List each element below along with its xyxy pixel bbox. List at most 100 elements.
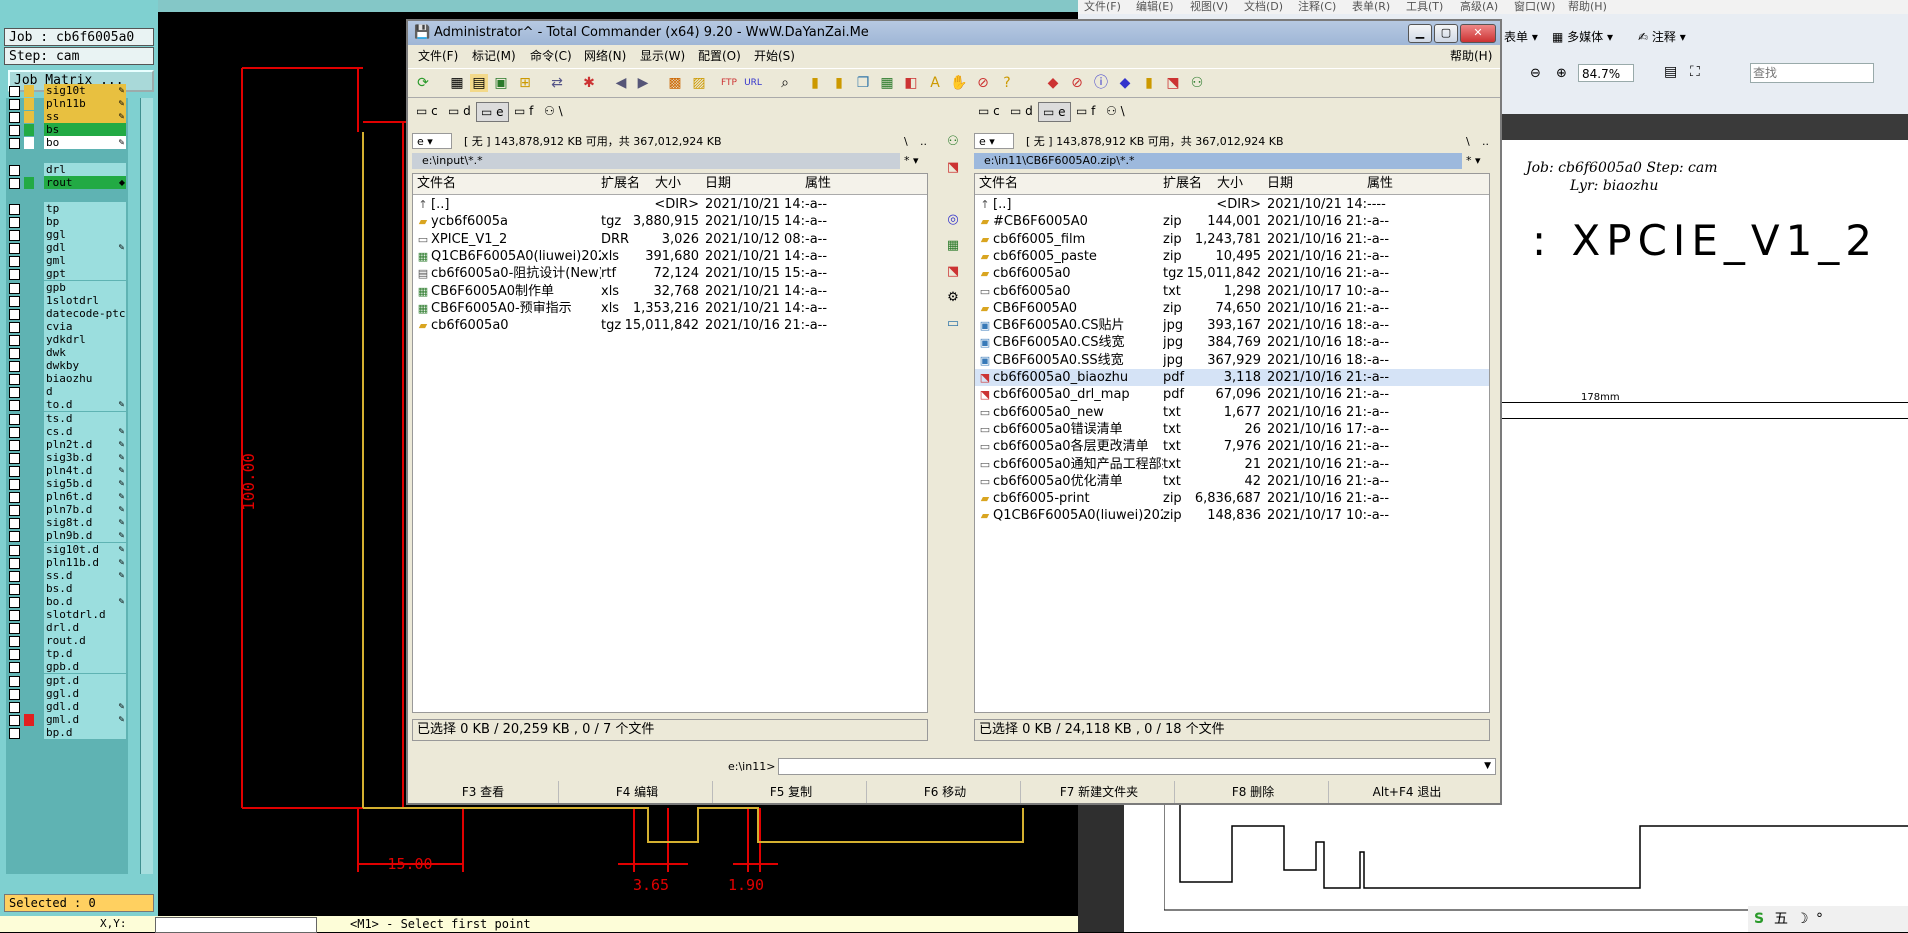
layer-name[interactable]: gdl bbox=[44, 241, 126, 255]
layer-checkbox[interactable] bbox=[9, 308, 20, 320]
left-col-attr[interactable]: 属性 bbox=[805, 174, 831, 194]
pdf-menu-document[interactable]: 文档(D) bbox=[1244, 0, 1283, 14]
tc-menu-config[interactable]: 配置(O) bbox=[698, 46, 741, 66]
layer-row[interactable]: bs.d bbox=[6, 581, 128, 596]
layer-checkbox[interactable] bbox=[9, 688, 20, 700]
left-drive-select[interactable]: e ▾ bbox=[412, 133, 452, 149]
layer-checkbox[interactable] bbox=[9, 426, 20, 438]
right-filter-button[interactable]: * ▾ bbox=[1466, 153, 1481, 169]
layer-checkbox[interactable] bbox=[9, 295, 20, 307]
select-icon[interactable]: ✱ bbox=[580, 74, 598, 92]
layer-name[interactable]: gml.d bbox=[44, 712, 126, 726]
layer-color-swatch[interactable] bbox=[24, 111, 34, 124]
file-row[interactable]: ▰cb6f6005a0tgz15,011,8422021/10/16 21:32… bbox=[413, 317, 927, 334]
layer-checkbox[interactable] bbox=[9, 361, 20, 373]
layer-row[interactable]: drl bbox=[6, 162, 128, 177]
layer-row[interactable]: ggl.d bbox=[6, 686, 128, 701]
layer-row[interactable]: datecode-ptc bbox=[6, 306, 128, 321]
layer-row[interactable]: tp bbox=[6, 201, 128, 216]
layer-name[interactable]: bp bbox=[44, 215, 126, 228]
layer-row[interactable]: pln7b.d ✎ bbox=[6, 503, 128, 517]
file-row[interactable]: ▭cb6f6005a0错误清单txt262021/10/16 17:28-a-- bbox=[975, 421, 1489, 438]
pdf-menu-window[interactable]: 窗口(W) bbox=[1514, 0, 1555, 14]
f5-copy-button[interactable]: F5 复制 bbox=[716, 781, 867, 803]
layer-checkbox[interactable] bbox=[9, 492, 20, 504]
refresh-icon[interactable]: ⟳ bbox=[414, 74, 432, 92]
folder-2-icon[interactable]: ▮ bbox=[830, 74, 848, 92]
layer-name[interactable]: bo bbox=[44, 136, 126, 150]
layer-name[interactable]: datecode-ptc bbox=[44, 306, 126, 320]
layer-row[interactable]: gpb bbox=[6, 280, 128, 295]
url-icon[interactable]: URL bbox=[744, 74, 762, 92]
layer-name[interactable]: pln4t.d bbox=[44, 463, 126, 477]
pdf-menu-forms[interactable]: 表单(R) bbox=[1352, 0, 1390, 14]
layer-name[interactable]: dwk bbox=[44, 346, 126, 359]
layer-row[interactable]: 1slotdrl bbox=[6, 293, 128, 308]
fit-width-icon[interactable]: ⛶ bbox=[1690, 64, 1700, 80]
f4-edit-button[interactable]: F4 编辑 bbox=[562, 781, 713, 803]
layer-checkbox[interactable] bbox=[9, 675, 20, 687]
file-row[interactable]: ⬔ cb6f6005a0_biaozhu pdf 3,118 2021/10/16 21… bbox=[975, 369, 1489, 386]
file-row[interactable]: ▰ycb6f6005atgz3,880,9152021/10/15 14:00-… bbox=[413, 213, 927, 230]
f3-view-button[interactable]: F3 查看 bbox=[408, 781, 559, 803]
layer-row[interactable]: pln2t.d ✎ bbox=[6, 437, 128, 452]
text-icon[interactable]: A bbox=[926, 74, 944, 92]
layer-name[interactable]: pln2t.d bbox=[44, 437, 126, 451]
command-history-chevron-icon[interactable]: ▼ bbox=[1484, 759, 1491, 774]
right-file-list[interactable]: 文件名 扩展名 大小 日期 属性 ↑ [..] <DIR> 2021/10/21 14… bbox=[974, 173, 1490, 713]
tc-menu-mark[interactable]: 标记(M) bbox=[472, 46, 516, 66]
layer-name[interactable]: gpb bbox=[44, 280, 126, 294]
layer-row[interactable]: pln11b ✎ bbox=[6, 97, 128, 111]
layer-color-swatch[interactable] bbox=[24, 176, 34, 189]
layer-row[interactable]: tp.d bbox=[6, 647, 128, 661]
layer-checkbox[interactable] bbox=[9, 269, 20, 281]
layer-checkbox[interactable] bbox=[9, 138, 20, 150]
layer-name[interactable]: cvia bbox=[44, 319, 126, 333]
layer-checkbox[interactable] bbox=[9, 112, 20, 124]
layer-checkbox[interactable] bbox=[9, 623, 20, 635]
layer-checkbox[interactable] bbox=[9, 321, 20, 333]
file-row[interactable]: ▰CB6F6005A0zip74,6502021/10/16 21:33-a-- bbox=[975, 300, 1489, 317]
pack-icon[interactable]: ▩ bbox=[666, 74, 684, 92]
right-root-button[interactable]: \ bbox=[1466, 133, 1470, 151]
layer-checkbox[interactable] bbox=[9, 387, 20, 399]
layer-row[interactable]: pln11b.d ✎ bbox=[6, 555, 128, 570]
tc-menu-file[interactable]: 文件(F) bbox=[418, 46, 458, 66]
layer-checkbox[interactable] bbox=[9, 400, 20, 412]
layer-row[interactable]: rout ◆ bbox=[6, 175, 128, 190]
right-drive-network[interactable]: ⚇ \ bbox=[1102, 102, 1129, 120]
layer-name[interactable]: gpt bbox=[44, 267, 126, 281]
layer-checkbox[interactable] bbox=[9, 439, 20, 451]
brief-view-icon[interactable]: ▦ bbox=[448, 74, 466, 92]
hand-icon[interactable]: ✋ bbox=[950, 74, 968, 92]
layer-name[interactable]: ts.d bbox=[44, 411, 126, 425]
layer-name[interactable]: rout bbox=[44, 175, 126, 189]
left-drive-e[interactable]: ▭ e bbox=[476, 102, 509, 122]
layer-row[interactable]: ydkdrl bbox=[6, 332, 128, 347]
file-row[interactable]: ▭cb6f6005a0txt1,2982021/10/17 10:10-a-- bbox=[975, 283, 1489, 300]
left-col-ext[interactable]: 扩展名 bbox=[601, 174, 640, 194]
layer-name[interactable]: sig5b.d bbox=[44, 477, 126, 490]
file-row[interactable]: ▰#CB6F6005A0zip144,0012021/10/16 21:32-a… bbox=[975, 213, 1489, 230]
layer-row[interactable]: bp.d bbox=[6, 725, 128, 740]
layer-checkbox[interactable] bbox=[9, 217, 20, 228]
layer-row[interactable]: ss ✎ bbox=[6, 110, 128, 124]
file-row[interactable]: ▭cb6f6005a0各层更改清单txt7,9762021/10/16 21:2… bbox=[975, 438, 1489, 455]
right-drive-e[interactable]: ▭ e bbox=[1038, 102, 1071, 122]
layer-checkbox[interactable] bbox=[9, 334, 20, 346]
left-root-button[interactable]: \ bbox=[904, 133, 908, 151]
layer-checkbox[interactable] bbox=[9, 701, 20, 713]
layer-checkbox[interactable] bbox=[9, 714, 20, 726]
pdf-menu-tools[interactable]: 工具(T) bbox=[1406, 0, 1443, 14]
thumbnails-icon[interactable]: ▣ bbox=[492, 74, 510, 92]
layer-name[interactable]: cs.d bbox=[44, 424, 126, 438]
right-drive-c[interactable]: ▭ c bbox=[974, 102, 1004, 120]
zoom-out-icon[interactable]: ⊖ bbox=[1530, 66, 1541, 81]
layer-checkbox[interactable] bbox=[9, 531, 20, 543]
fit-page-icon[interactable]: ▤ bbox=[1664, 64, 1677, 80]
pdf-forms-menu[interactable]: 表单 ▾ bbox=[1504, 28, 1538, 45]
layer-list-scrollbar[interactable] bbox=[140, 98, 153, 874]
layer-row[interactable]: gpt bbox=[6, 267, 128, 281]
layer-checkbox[interactable] bbox=[9, 544, 20, 556]
layer-row[interactable]: gml.d ✎ bbox=[6, 712, 128, 727]
